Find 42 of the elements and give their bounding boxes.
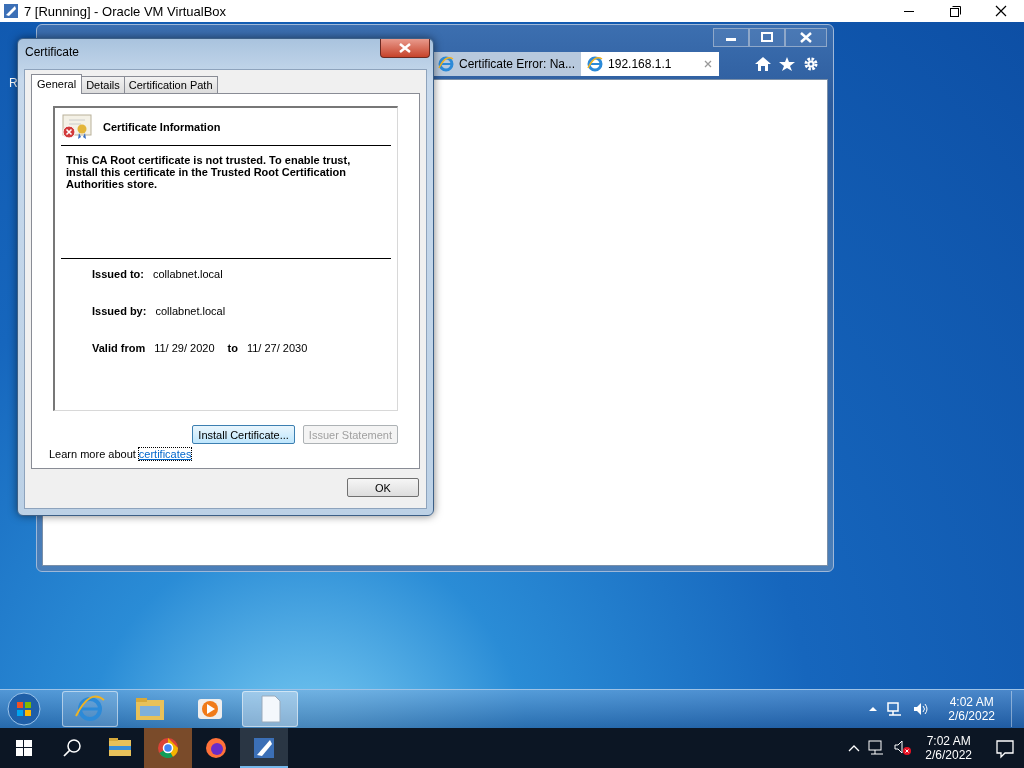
field-label: Issued to:	[92, 268, 144, 280]
virtualbox-logo-icon	[3, 3, 19, 19]
close-icon[interactable]	[785, 28, 827, 47]
clock-time[interactable]: 7:02 AM	[926, 734, 971, 748]
close-icon[interactable]	[380, 39, 430, 58]
field-value: collabnet.local	[155, 305, 226, 317]
dialog-tab[interactable]: Certification Path	[123, 76, 218, 93]
field-label: Issued by:	[92, 305, 147, 317]
window-title: 7 [Running] - Oracle VM VirtualBox	[24, 3, 227, 19]
home-icon[interactable]	[754, 56, 772, 72]
chrome-logo-icon[interactable]	[144, 728, 192, 768]
settings-icon[interactable]	[802, 56, 820, 72]
maximize-icon[interactable]	[749, 28, 785, 47]
date-value: 11/ 29/ 2020	[154, 342, 215, 354]
help-link[interactable]: certificates	[138, 448, 192, 460]
clock-date[interactable]: 2/6/2022	[948, 709, 995, 723]
section-heading: Certificate Information	[103, 121, 221, 133]
certificate-error-icon	[61, 114, 93, 140]
date-value: 11/ 27/ 2030	[246, 342, 308, 354]
virtualbox-logo-icon[interactable]	[240, 728, 288, 768]
start-orb-icon[interactable]	[4, 691, 44, 727]
muted-volume-icon[interactable]	[893, 739, 914, 757]
warning-message: This CA Root certificate is not trusted. To enable trust, install this certificate in the Trusted Root Certification Authorities store.	[61, 146, 391, 259]
browser-logo-icon	[587, 56, 604, 72]
favorites-star-icon[interactable]	[778, 56, 796, 72]
browser-tab[interactable]: Certificate Error: Na...	[432, 52, 582, 76]
dialog-button[interactable]: Install Certificate...	[192, 425, 295, 444]
ok-button[interactable]: OK	[347, 478, 419, 497]
volume-icon[interactable]	[912, 701, 931, 717]
browser-logo-icon	[438, 56, 454, 72]
dialog-tab[interactable]: General	[31, 74, 83, 94]
desktop-icon-label: R	[9, 76, 18, 90]
browser-tab[interactable]: 192.168.1.1	[581, 52, 720, 76]
clock-date[interactable]: 2/6/2022	[925, 748, 972, 762]
dialog-tab[interactable]: Details	[81, 76, 125, 93]
field-label: to	[227, 342, 238, 354]
help-text: Learn more about	[49, 448, 136, 460]
field-label: Valid from	[92, 342, 146, 354]
clock-time[interactable]: 4:02 AM	[949, 695, 994, 709]
minimize-icon[interactable]	[713, 28, 749, 47]
dialog-title: Certificate	[25, 45, 80, 59]
field-value: collabnet.local	[152, 268, 223, 280]
